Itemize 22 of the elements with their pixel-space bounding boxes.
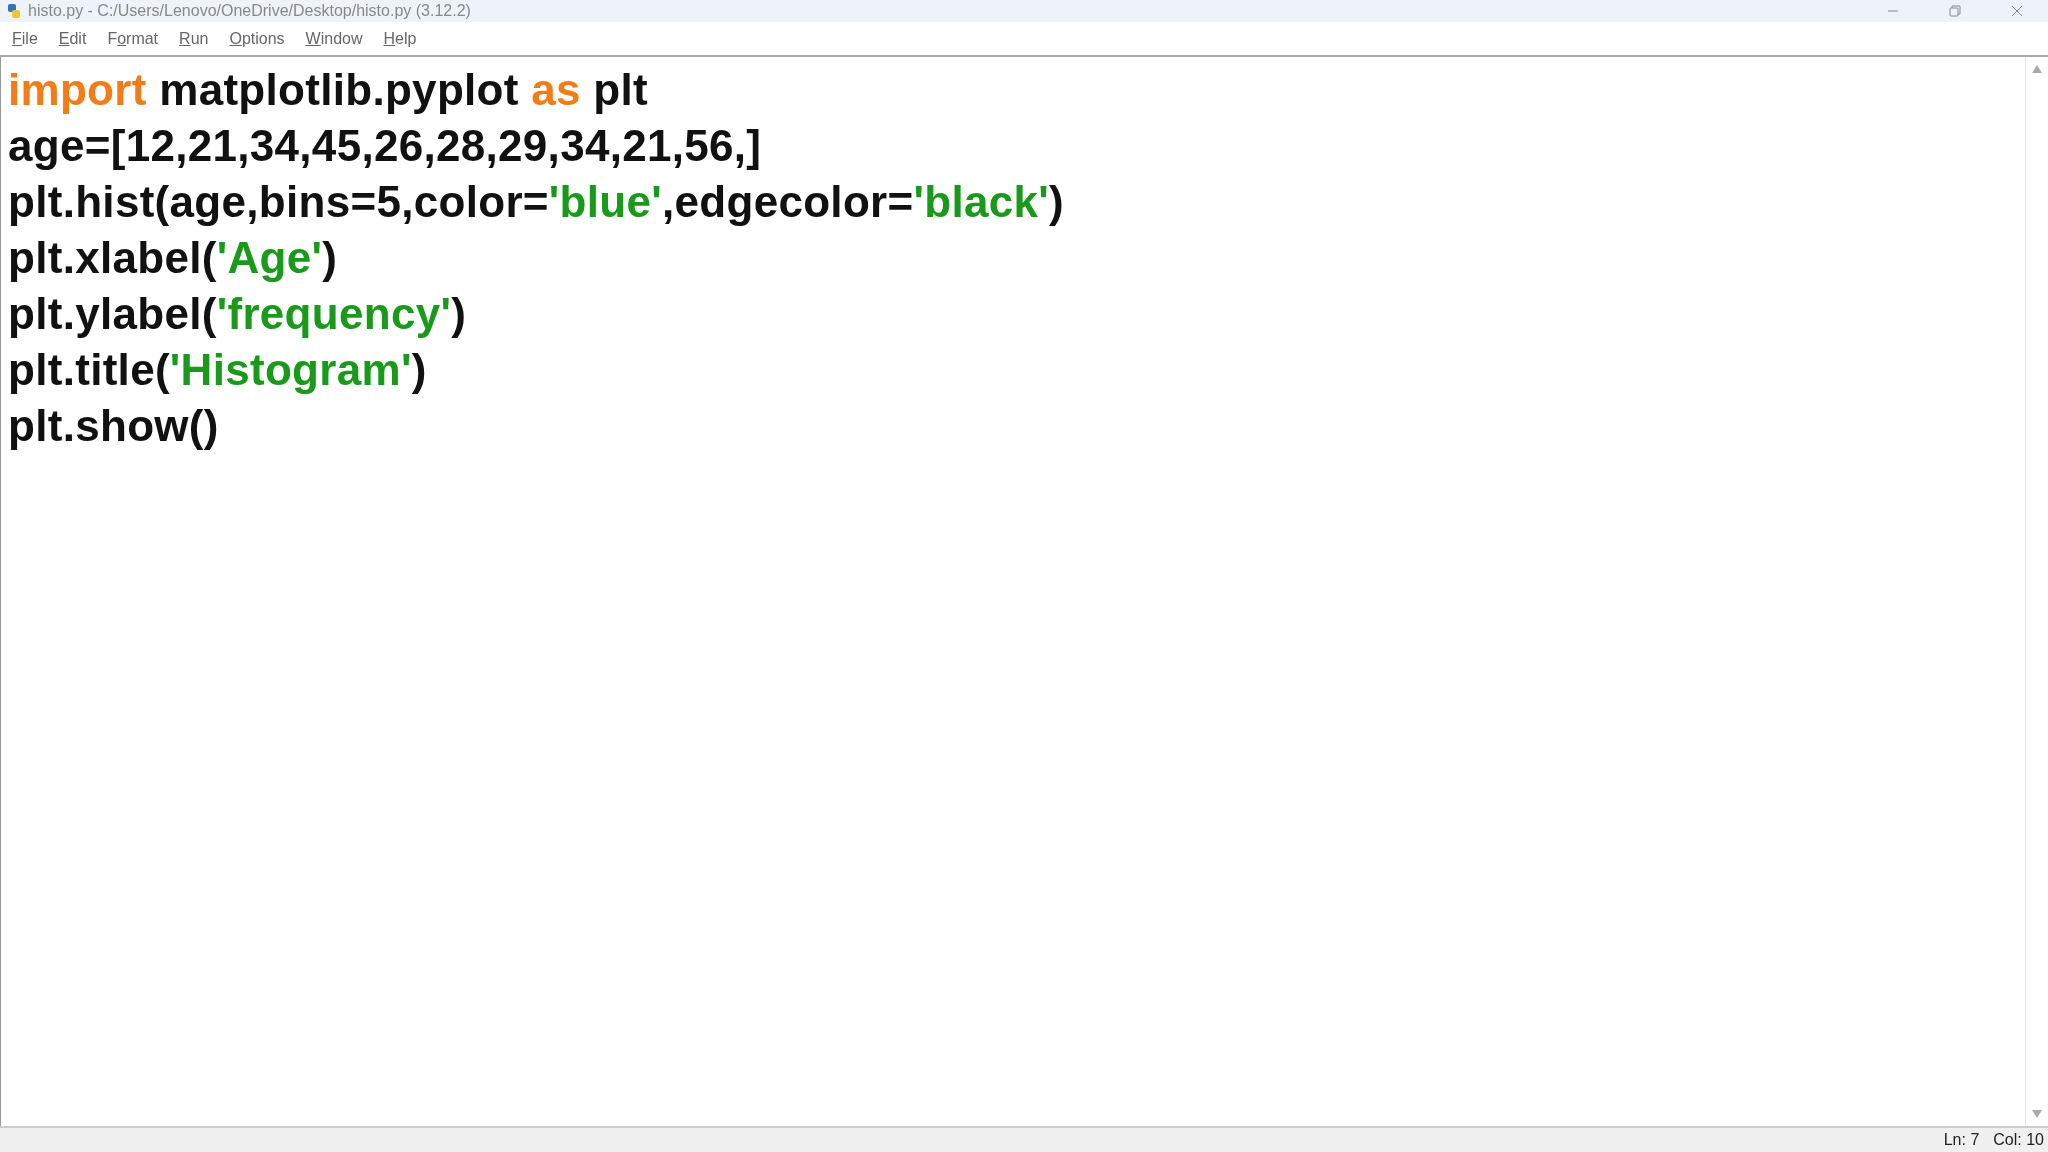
menu-item[interactable]: File	[4, 25, 46, 52]
code-line: plt.show()	[8, 400, 220, 452]
code-line: plt.ylabel('frequency')	[8, 288, 468, 340]
code-line: plt.xlabel('Age')	[8, 232, 339, 284]
menu-item[interactable]: Options	[221, 25, 293, 52]
menu-item[interactable]: Edit	[50, 25, 95, 52]
app-icon	[6, 3, 22, 19]
restore-icon	[1949, 5, 1961, 17]
column-number-status: Col: 10	[1993, 1131, 2044, 1149]
menu-item[interactable]: Format	[99, 25, 167, 52]
code-line: age=[12,21,34,45,26,28,29,34,21,56,]	[8, 120, 763, 172]
menu-item[interactable]: Window	[297, 25, 371, 52]
code-line: import matplotlib.pyplot as plt	[8, 64, 649, 116]
code-line: plt.title('Histogram')	[8, 344, 428, 396]
menu-item[interactable]: Help	[375, 25, 425, 52]
scroll-down-icon[interactable]	[2032, 1110, 2042, 1118]
line-number-status: Ln: 7	[1943, 1131, 1980, 1149]
close-icon	[2011, 5, 2023, 17]
window-title: histo.py - C:/Users/Lenovo/OneDrive/Desktop/histo.py (3.12.2)	[28, 2, 471, 20]
menu-item[interactable]: Run	[171, 25, 217, 52]
code-line: plt.hist(age,bins=5,color='blue',edgecolor='black')	[8, 176, 1065, 228]
scroll-up-icon[interactable]	[2032, 65, 2042, 73]
